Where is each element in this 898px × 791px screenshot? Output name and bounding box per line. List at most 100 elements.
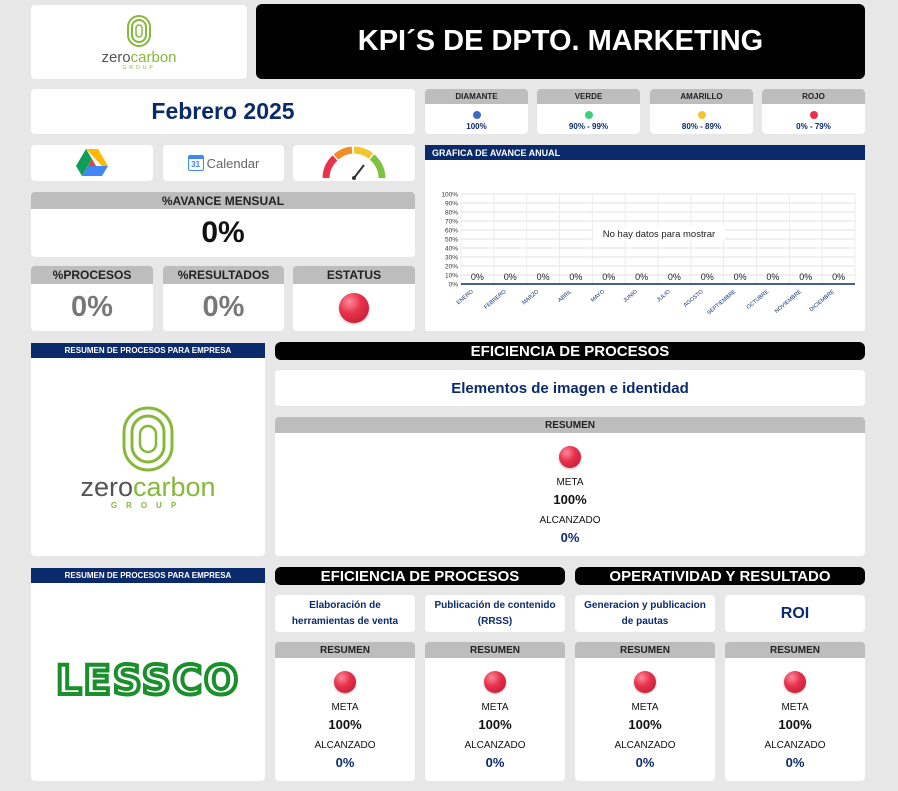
procesos-label: %PROCESOS [31,266,153,284]
legend-range: 100% [466,122,487,131]
status-indicator-red [634,671,656,693]
meta-label: META [631,702,659,713]
avance-mensual-card: %AVANCE MENSUAL 0% [31,192,415,257]
chart-x-tick: AGOSTO [683,288,705,308]
status-indicator-red [339,292,369,323]
chart-data-label: 0% [537,272,550,282]
section2-item-title: Generacion y publicacion de pautas [575,595,715,632]
meta-label: META [556,477,584,488]
legend-diamante: DIAMANTE 100% [425,89,528,134]
chart-x-tick: SEPTIEMBRE [706,289,737,317]
chart-y-tick: 0% [449,282,459,289]
estatus-label: ESTATUS [293,266,415,284]
chart-data-label: 0% [602,272,615,282]
legend-amarillo: AMARILLO 80% - 89% [650,89,753,134]
chart-x-tick: FEBRERO [483,288,508,310]
procesos-value: 0% [71,291,113,323]
meta-value: 100% [553,492,587,507]
resumen-header: RESUMEN [575,642,715,658]
resultados-label: %RESULTADOS [163,266,284,284]
google-drive-button[interactable] [31,145,153,181]
google-calendar-button[interactable]: 31 Calendar [163,145,284,181]
legend-label: ROJO [762,89,865,104]
chart-x-tick: MAYO [590,288,607,303]
meta-value: 100% [628,717,662,732]
section2-resumen-card: RESUMEN META 100% ALCANZADO 0% [725,642,865,781]
zerocarbon-logo-top: zerocarbon GROUP [31,5,247,79]
zerocarbon-group-label: GROUP [122,64,156,71]
section1-resumen-card: RESUMEN META 100% ALCANZADO 0% [275,417,865,556]
chart-data-label: 0% [701,272,714,282]
alcanzado-label: ALCANZADO [539,515,601,526]
resultados-value: 0% [202,291,245,323]
legend-dot-icon [472,110,481,119]
legend-verde: VERDE 90% - 99% [537,89,640,134]
chart-data-label: 0% [668,272,681,282]
lessco-logo-icon: LESSCO [54,662,240,702]
zerocarbon-logo-large: zerocarbon GROUP [31,358,265,556]
resumen-header: RESUMEN [275,417,865,433]
chart-y-tick: 40% [445,246,458,253]
legend-dot-icon [809,110,818,119]
alcanzado-value: 0% [635,755,655,770]
gauge-button[interactable] [293,145,415,181]
chart-x-tick: ABRIL [557,289,573,304]
section1-side-header: RESUMEN DE PROCESOS PARA EMPRESA [31,343,265,358]
chart-y-tick: 80% [445,210,458,217]
chart-header: GRAFICA DE AVANCE ANUAL [425,145,865,160]
alcanzado-value: 0% [560,530,580,545]
chart-y-tick: 90% [445,201,458,208]
chart-no-data-message: No hay datos para mostrar [603,229,715,240]
resultados-card: %RESULTADOS 0% [163,266,284,331]
estatus-card: ESTATUS [293,266,415,331]
legend-range: 80% - 89% [681,122,722,131]
meta-value: 100% [778,717,812,732]
chart-y-tick: 30% [445,255,458,262]
zerocarbon-group-label: GROUP [110,500,186,510]
chart-data-label: 0% [635,272,648,282]
legend-dot-icon [697,110,706,119]
chart-x-tick: ENERO [456,288,475,306]
chart-data-label: 0% [504,272,517,282]
section2-resumen-card: RESUMEN META 100% ALCANZADO 0% [575,642,715,781]
section1-item-title: Elementos de imagen e identidad [275,370,865,406]
meta-label: META [781,702,809,713]
resumen-header: RESUMEN [425,642,565,658]
section1-eficiencia-header: EFICIENCIA DE PROCESOS [275,342,865,360]
section2-item-title: Publicación de contenido (RRSS) [425,595,565,632]
status-indicator-red [484,671,506,693]
chart-data-label: 0% [766,272,779,282]
zerocarbon-mark-icon [127,14,151,47]
chart-y-tick: 100% [441,192,458,199]
section2-resumen-card: RESUMEN META 100% ALCANZADO 0% [425,642,565,781]
status-indicator-red [334,671,356,693]
avance-mensual-value: 0% [201,216,245,249]
zerocarbon-wordmark: zerocarbon [80,471,216,502]
section2-resumen-card: RESUMEN META 100% ALCANZADO 0% [275,642,415,781]
chart-x-tick: DICIEMBRE [809,289,837,313]
chart-x-tick: MARZO [521,288,541,306]
alcanzado-label: ALCANZADO [314,740,376,751]
gauge-icon [322,146,386,180]
section2-eficiencia-header: EFICIENCIA DE PROCESOS [275,567,565,585]
meta-value: 100% [328,717,362,732]
alcanzado-value: 0% [335,755,355,770]
resumen-header: RESUMEN [275,642,415,658]
chart-x-tick: NOVIEMBRE [774,289,803,315]
lessco-wordmark: LESSCO [56,662,240,702]
procesos-card: %PROCESOS 0% [31,266,153,331]
alcanzado-label: ALCANZADO [464,740,526,751]
section2-item-title: Elaboración de herramientas de venta [275,595,415,632]
meta-value: 100% [478,717,512,732]
zerocarbon-wordmark: zerocarbon [101,48,177,66]
legend-label: AMARILLO [650,89,753,104]
legend-range: 0% - 79% [796,122,831,131]
status-indicator-red [559,446,581,468]
chart-card: GRAFICA DE AVANCE ANUAL 100% 90% 80% 70% 60%… [425,145,865,331]
zerocarbon-mark-icon [122,406,174,471]
meta-label: META [481,702,509,713]
section2-side-header: RESUMEN DE PROCESOS PARA EMPRESA [31,568,265,583]
legend-label: VERDE [537,89,640,104]
chart-y-tick: 50% [445,237,458,244]
alcanzado-value: 0% [785,755,805,770]
